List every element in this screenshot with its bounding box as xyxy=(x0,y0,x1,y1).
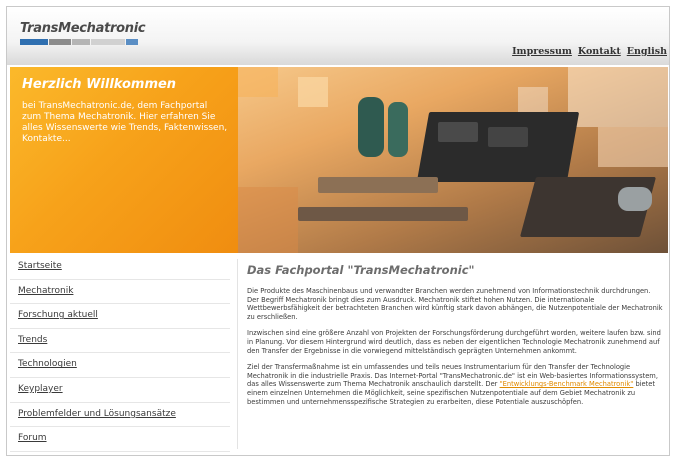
logo[interactable]: TransMechatronic xyxy=(20,21,158,51)
main-nav: Startseite Mechatronik Forschung aktuell… xyxy=(10,255,230,452)
nav-item-problemfelder[interactable]: Problemfelder und Lösungsansätze xyxy=(10,403,230,428)
header: TransMechatronic Impressum Kontakt Engli… xyxy=(7,7,669,65)
nav-item-forschung-aktuell[interactable]: Forschung aktuell xyxy=(10,304,230,329)
main-content: Das Fachportal "TransMechatronic" Die Pr… xyxy=(247,263,663,414)
logo-text: TransMechatronic xyxy=(20,21,146,36)
banner: Herzlich Willkommen bei TransMechatronic… xyxy=(10,67,668,253)
nav-item-technologien[interactable]: Technologien xyxy=(10,353,230,378)
impressum-link[interactable]: Impressum xyxy=(512,46,572,57)
welcome-box: Herzlich Willkommen bei TransMechatronic… xyxy=(10,67,238,253)
nav-item-keyplayer[interactable]: Keyplayer xyxy=(10,378,230,403)
nav-item-trends[interactable]: Trends xyxy=(10,329,230,354)
logo-bars xyxy=(20,39,138,45)
page-frame: TransMechatronic Impressum Kontakt Engli… xyxy=(6,6,670,456)
nav-item-startseite[interactable]: Startseite xyxy=(10,255,230,280)
content-title: Das Fachportal "TransMechatronic" xyxy=(247,263,475,277)
english-link[interactable]: English xyxy=(627,46,667,57)
content-paragraph-3: Ziel der Transfermaßnahme ist ein umfass… xyxy=(247,363,663,406)
welcome-title: Herzlich Willkommen xyxy=(22,77,177,92)
nav-item-forum[interactable]: Forum xyxy=(10,427,230,452)
top-links: Impressum Kontakt English xyxy=(512,46,667,57)
welcome-text: bei TransMechatronic.de, dem Fachportal … xyxy=(22,101,228,144)
electronics-photo xyxy=(238,67,668,253)
nav-item-mechatronik[interactable]: Mechatronik xyxy=(10,280,230,305)
kontakt-link[interactable]: Kontakt xyxy=(578,46,621,57)
benchmark-link[interactable]: "Entwicklungs-Benchmark Mechatronik" xyxy=(500,380,634,388)
divider xyxy=(237,259,238,449)
content-paragraph-2: Inzwischen sind eine größere Anzahl von … xyxy=(247,329,661,355)
content-paragraph-1: Die Produkte des Maschinenbaus und verwa… xyxy=(247,287,663,321)
